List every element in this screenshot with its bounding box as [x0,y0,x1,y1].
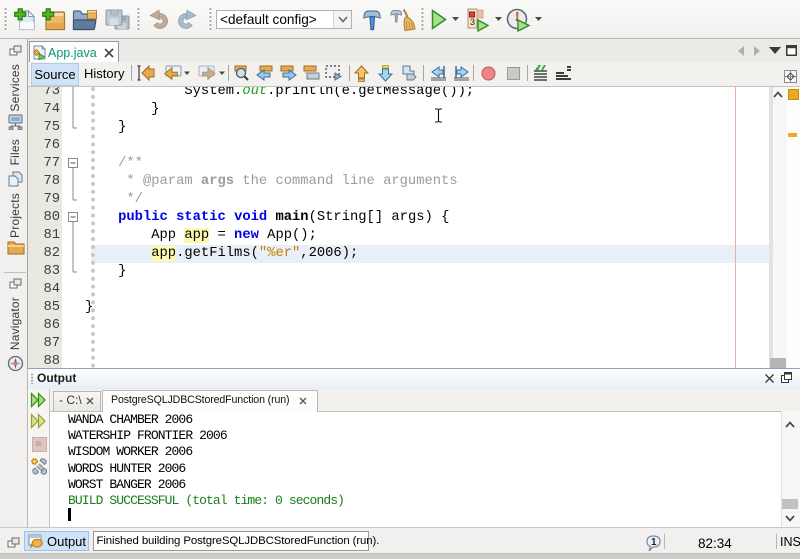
svg-text:3: 3 [470,17,475,27]
svg-text:1: 1 [651,537,657,548]
